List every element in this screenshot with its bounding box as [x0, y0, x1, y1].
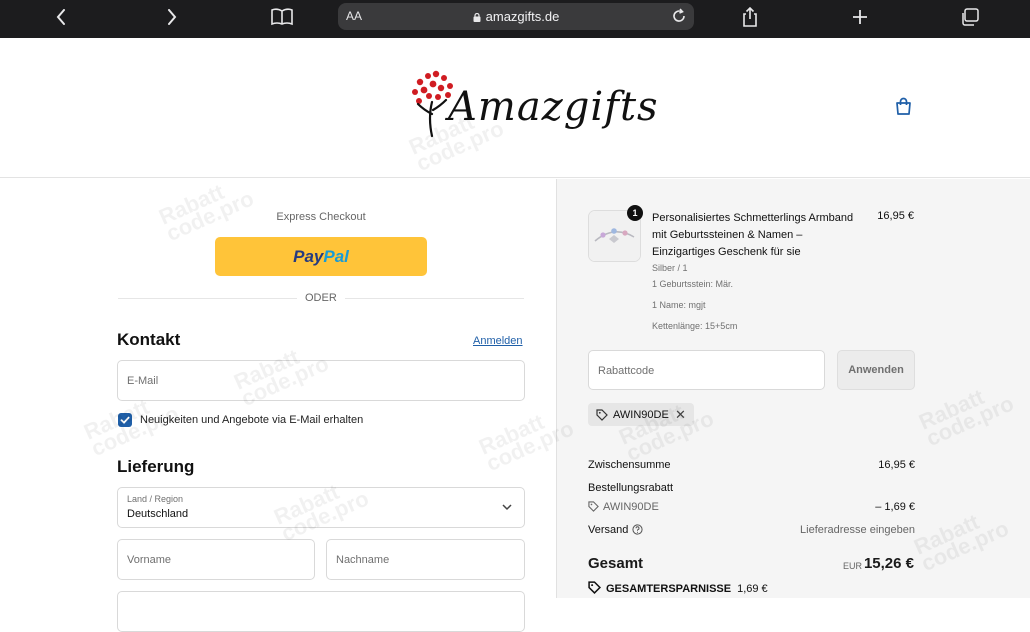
- shipping-label: Versand: [588, 524, 629, 536]
- shopping-bag-icon[interactable]: [894, 97, 913, 116]
- forward-icon[interactable]: [163, 0, 181, 34]
- quantity-badge: 1: [627, 205, 643, 221]
- country-label: Land / Region: [127, 494, 184, 504]
- bookmarks-icon[interactable]: [270, 0, 294, 34]
- tabs-overview-icon[interactable]: [960, 0, 980, 34]
- order-discount-code-row: AWIN90DE – 1,69 €: [588, 501, 915, 513]
- first-name-placeholder: Vorname: [127, 554, 172, 566]
- product-option: 1 Geburtsstein: Mär.: [652, 279, 734, 289]
- help-icon[interactable]: [632, 524, 643, 535]
- tag-icon: [588, 501, 599, 512]
- contact-heading: Kontakt: [117, 330, 181, 349]
- tag-icon: [596, 409, 608, 421]
- savings-label: GESAMTERSPARNISSE: [606, 583, 732, 595]
- shipping-value: Lieferadresse eingeben: [800, 524, 915, 536]
- total-value: 15,26 €: [863, 555, 914, 572]
- savings-value: 1,69 €: [737, 583, 768, 595]
- paypal-pay-text: Pay: [293, 246, 324, 266]
- checkmark-icon: [120, 416, 130, 424]
- email-placeholder: E-Mail: [127, 375, 159, 387]
- subtotal-label: Zwischensumme: [588, 459, 671, 471]
- chevron-down-icon: [502, 504, 512, 511]
- product-option: 1 Name: mgjt: [652, 300, 706, 310]
- share-icon[interactable]: [740, 0, 760, 34]
- address-bar[interactable]: AA amazgifts.de: [338, 3, 694, 30]
- order-discount-value: – 1,69 €: [875, 501, 915, 513]
- reload-icon[interactable]: [670, 7, 688, 25]
- applied-discount-tag: AWIN90DE ✕: [588, 403, 694, 426]
- discount-placeholder: Rabattcode: [598, 365, 655, 377]
- product-name: Personalisiertes Schmetterlings Armband …: [652, 212, 854, 258]
- country-value: Deutschland: [127, 508, 189, 520]
- store-header: Amazgifts: [0, 38, 1030, 178]
- total-label: Gesamt: [588, 555, 644, 572]
- applied-code: AWIN90DE: [613, 409, 669, 421]
- url-display[interactable]: amazgifts.de: [338, 9, 694, 24]
- order-discount-label: Bestellungsrabatt: [588, 482, 673, 494]
- total-savings: GESAMTERSPARNISSE 1,69 €: [588, 581, 768, 595]
- currency-code: EUR: [843, 561, 863, 571]
- tag-icon: [588, 581, 601, 594]
- product-price: 16,95 €: [877, 210, 914, 222]
- address-field[interactable]: [117, 591, 525, 632]
- back-icon[interactable]: [52, 0, 70, 34]
- paypal-pal-text: Pal: [323, 246, 349, 266]
- divider-label: ODER: [297, 292, 345, 304]
- apply-discount-button[interactable]: Anwenden: [837, 350, 915, 390]
- email-field[interactable]: E-Mail: [117, 360, 525, 401]
- subtotal-value: 16,95 €: [878, 459, 915, 471]
- login-link[interactable]: Anmelden: [473, 335, 523, 347]
- last-name-placeholder: Nachname: [336, 554, 390, 566]
- first-name-field[interactable]: Vorname: [117, 539, 315, 580]
- product-variant: Silber / 1: [652, 263, 688, 273]
- remove-discount-icon[interactable]: ✕: [675, 407, 686, 423]
- browser-toolbar: AA amazgifts.de: [0, 0, 1030, 38]
- country-select[interactable]: Land / Region Deutschland: [117, 487, 525, 528]
- newsletter-label[interactable]: Neuigkeiten und Angebote via E-Mail erha…: [140, 414, 363, 426]
- discount-code-input[interactable]: Rabattcode: [588, 350, 825, 390]
- new-tab-icon[interactable]: [850, 0, 870, 34]
- order-summary: 1 Personalisiertes Schmetterlings Armban…: [556, 179, 1030, 598]
- order-discount-row: Bestellungsrabatt: [588, 482, 915, 494]
- delivery-heading: Lieferung: [117, 457, 195, 476]
- order-discount-code: AWIN90DE: [603, 501, 659, 513]
- newsletter-checkbox[interactable]: [118, 413, 132, 427]
- store-name: Amazgifts: [448, 84, 659, 130]
- lock-icon: [473, 13, 481, 22]
- express-checkout-label: Express Checkout: [276, 211, 366, 223]
- paypal-button[interactable]: Pay Pal: [215, 237, 427, 276]
- checkout-form: Express Checkout Pay Pal ODER Kontakt Anm…: [0, 179, 556, 632]
- shipping-row: Versand Lieferadresse eingeben: [588, 524, 915, 536]
- subtotal-row: Zwischensumme 16,95 €: [588, 459, 915, 471]
- product-option: Kettenlänge: 15+5cm: [652, 321, 738, 331]
- last-name-field[interactable]: Nachname: [326, 539, 525, 580]
